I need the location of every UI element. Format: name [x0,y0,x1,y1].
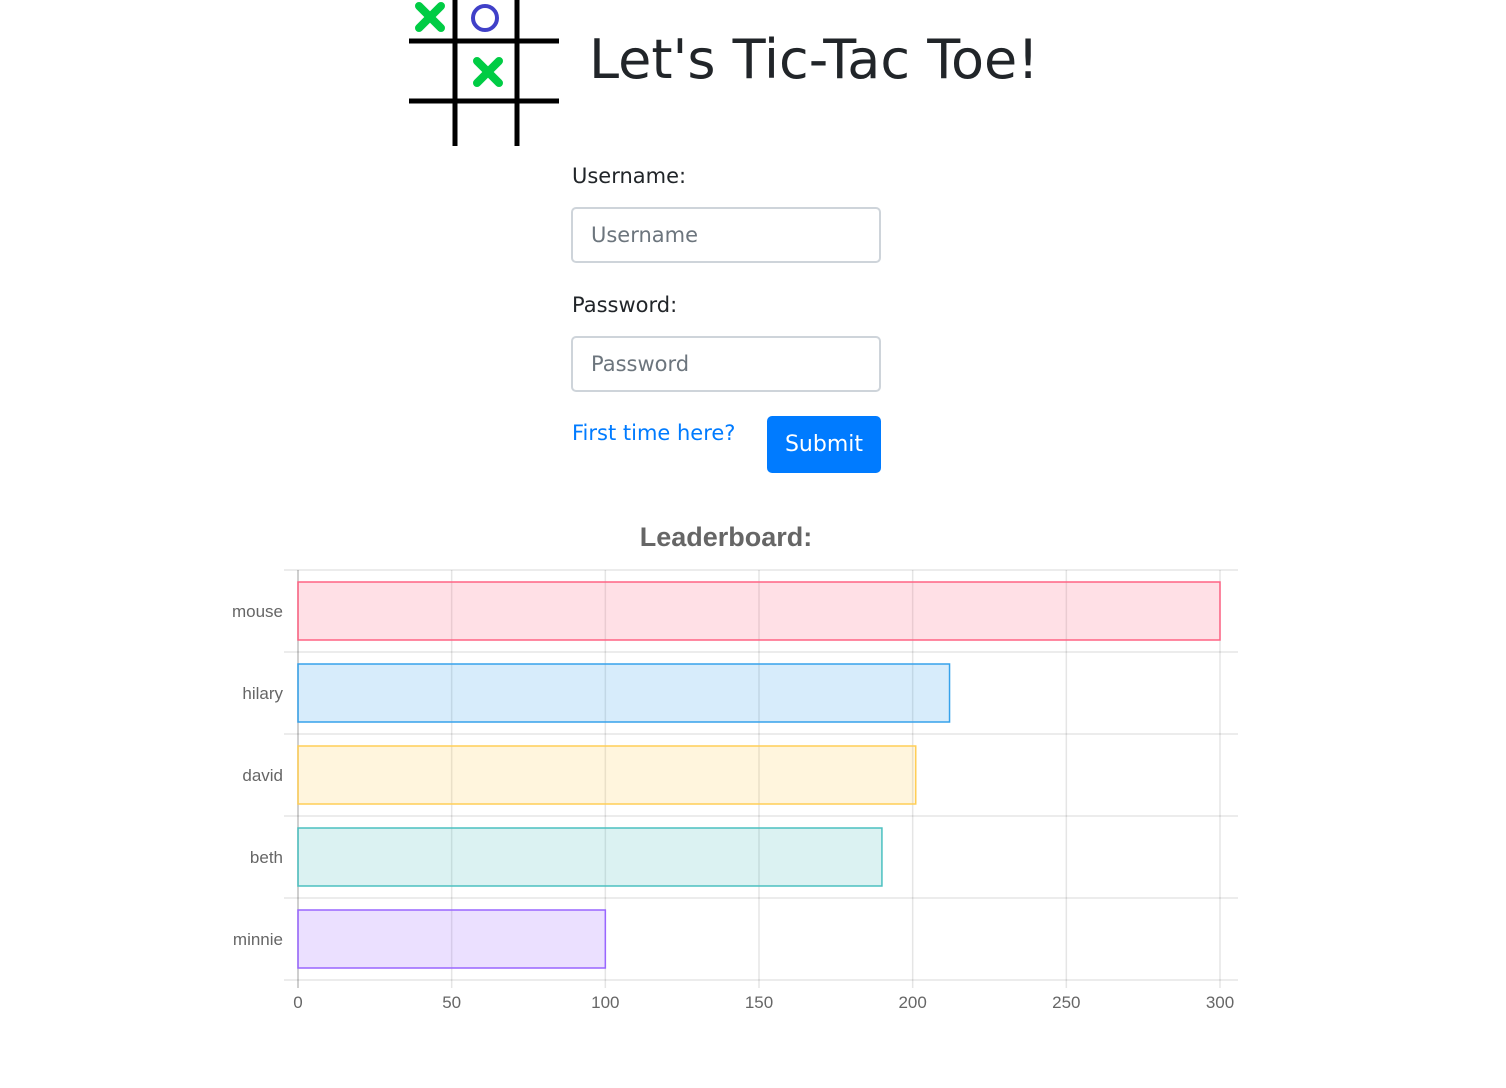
x-tick-label: 50 [442,993,461,1012]
x-tick-label: 250 [1052,993,1080,1012]
bar-david[interactable] [297,745,917,805]
x-mark-icon [473,57,503,87]
y-tick-label: beth [250,848,283,867]
x-tick-label: 0 [293,993,302,1012]
bar-mouse[interactable] [297,581,1221,641]
y-tick-label: minnie [233,930,283,949]
page-title: Let's Tic-Tac Toe! [589,28,1039,91]
signup-link[interactable]: First time here? [572,421,735,445]
password-input[interactable] [571,336,881,392]
bar-beth[interactable] [297,827,883,887]
x-tick-label: 200 [898,993,926,1012]
x-tick-label: 300 [1206,993,1234,1012]
y-tick-label: mouse [232,602,283,621]
username-input[interactable] [571,207,881,263]
submit-button[interactable]: Submit [767,416,881,473]
x-tick-label: 150 [745,993,773,1012]
x-mark-icon [415,2,445,32]
y-tick-label: hilary [242,684,283,703]
password-label: Password: [572,293,678,317]
bar-minnie[interactable] [297,909,607,969]
x-tick-label: 100 [591,993,619,1012]
username-label: Username: [572,164,687,188]
y-tick-label: david [242,766,283,785]
leaderboard-chart: Leaderboard: mousehilarydavidbethminnie … [232,522,1238,1012]
chart-title: Leaderboard: [640,522,813,552]
o-mark-icon [471,4,499,32]
tic-tac-toe-logo-icon [409,0,559,146]
bar-hilary[interactable] [297,663,951,723]
